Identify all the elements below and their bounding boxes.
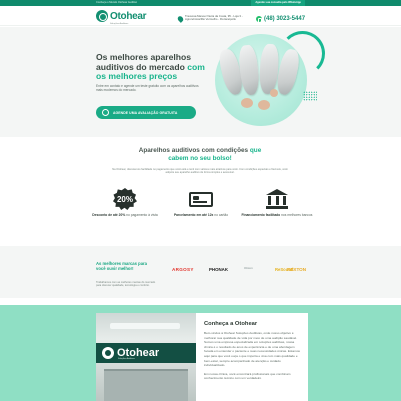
benefits-description: Na Otohear, oferecemos facilidade no pag… (112, 168, 288, 175)
benefit-installments: Parcelamento em até 12x no cartão (164, 189, 238, 217)
ceiling-light (110, 323, 180, 329)
header-phone[interactable]: (48) 3023-5447 (256, 16, 306, 23)
benefits-title: Aparelhos auditivos com condições que ca… (130, 147, 270, 162)
brands-section: As melhores marcas para você ouvir melho… (0, 246, 401, 298)
whatsapp-icon (102, 109, 109, 116)
header-address: Travessa Manoel Vieira da Costa, 95 - Lo… (176, 14, 255, 23)
brand-logo-rexton: REXTON (287, 267, 307, 272)
logo-subtitle: Soluções Auditivas (110, 23, 129, 25)
brand-logo-phonak: PHONAK (209, 267, 229, 272)
about-paragraph: Bem-vindos à Otohear Soluções Auditivas,… (204, 331, 300, 368)
hero-description: Entre em contato e agende um teste gratu… (96, 84, 199, 93)
about-card: Conheça a Otohear Bem-vindos à Otohear S… (196, 313, 308, 401)
hero-title-text: Os melhores aparelhos auditivos do merca… (96, 52, 192, 72)
about-title: Conheça a Otohear (204, 321, 258, 327)
benefit-text: Parcelamento em até 12x no cartão (173, 213, 229, 217)
benefit-text: Financiamento facilitado nos melhores ba… (241, 213, 313, 217)
ear-tip-image (241, 98, 253, 108)
store-photo: Otohear Soluções Auditivas (96, 313, 196, 401)
ear-tip-image (258, 100, 270, 110)
store-sign: Otohear Soluções Auditivas (96, 343, 196, 363)
brands-title: As melhores marcas para você ouvir melho… (96, 261, 147, 271)
hero-title: Os melhores aparelhos auditivos do merca… (96, 52, 216, 82)
brands-description: Trabalhamos com as melhores marcas do me… (96, 281, 156, 288)
logo-icon (102, 347, 114, 359)
discount-badge-text: 20% (113, 188, 137, 210)
brand-logo-argosy: ARGOSY (172, 267, 194, 272)
address-text: Travessa Manoel Vieira da Costa, 95 - Lo… (185, 14, 243, 22)
header: Otohear Soluções Auditivas Travessa Mano… (0, 6, 401, 26)
brand-logo-oticon: Oticon (244, 266, 253, 270)
bank-icon (265, 189, 289, 209)
whatsapp-icon (256, 16, 262, 23)
ear-tip-image (270, 89, 278, 97)
benefit-text: Desconto de até 20% no pagamento à vista (92, 213, 158, 217)
benefits-title-text: Aparelhos auditivos com condições (138, 147, 250, 154)
discount-badge-icon: 20% (113, 188, 137, 210)
decorative-dots (303, 91, 317, 101)
logo-text: Otohear (110, 10, 147, 22)
benefit-financing: Financiamento facilitado nos melhores ba… (240, 189, 314, 217)
logo[interactable]: Otohear (96, 9, 147, 23)
benefit-discount: 20% Desconto de até 20% no pagamento à v… (88, 188, 162, 217)
schedule-evaluation-label: AGENDE UMA AVALIAÇÃO GRATUITA (113, 110, 178, 115)
schedule-evaluation-button[interactable]: AGENDE UMA AVALIAÇÃO GRATUITA (96, 106, 196, 119)
store-window (104, 369, 188, 401)
location-pin-icon (176, 15, 185, 23)
about-paragraph: Em nossa clínica, você encontrará profis… (204, 371, 291, 381)
logo-icon (96, 10, 108, 22)
hero-section: Os melhores aparelhos auditivos do merca… (0, 27, 401, 137)
phone-number: (48) 3023-5447 (264, 16, 306, 22)
store-sign-subtitle: Soluções Auditivas (118, 358, 135, 360)
credit-card-icon (189, 189, 213, 209)
